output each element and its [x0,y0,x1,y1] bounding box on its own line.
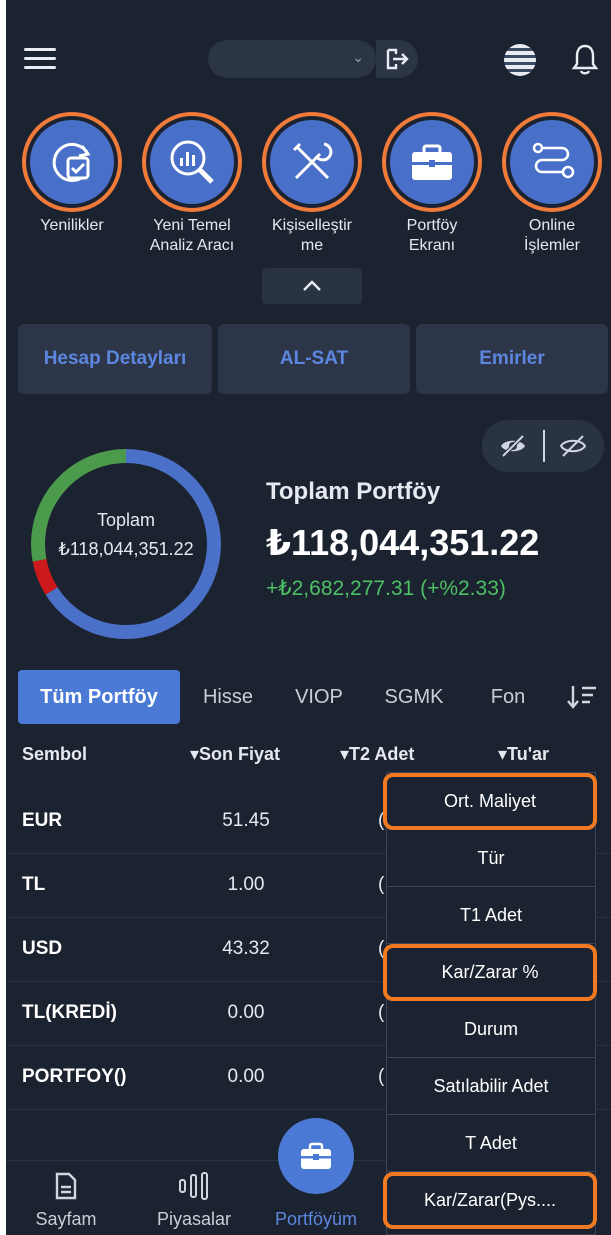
bell-icon[interactable] [570,42,600,76]
shortcut-analiz[interactable]: Yeni Temel Analiz Aracı [132,112,252,256]
shortcut-online-islemler[interactable]: Online İşlemler [492,112,611,256]
row-symbol: TL [22,874,46,895]
menu-item-durum[interactable]: Durum [387,1001,595,1058]
eye-slash-filled-icon[interactable] [498,432,528,460]
app-screen: ⌄ Yenilikler Yeni Temel Analiz Aracı Kiş… [6,0,611,1235]
nav-piyasalar[interactable]: Piyasalar [146,1171,242,1230]
donut-title: Toplam [96,510,156,530]
shortcut-kisisellestirme[interactable]: Kişiselleştir me [252,112,372,256]
header-tutar[interactable]: ▾Tu'ar [498,744,549,765]
shortcut-yenilikler[interactable]: Yenilikler [12,112,132,236]
row-symbol: TL(KREDİ) [22,1002,117,1023]
shortcut-label: Online İşlemler [523,217,580,254]
row-partial-value: ( [378,874,385,895]
shortcut-portfoy-ekrani[interactable]: Portföy Ekranı [372,112,492,256]
menu-item-t-adet[interactable]: T Adet [387,1115,595,1172]
tab-tum-portfoy[interactable]: Tüm Portföy [18,670,180,724]
row-price: 43.32 [222,938,270,959]
menu-item-tur[interactable]: Tür [387,830,595,887]
account-selector[interactable]: ⌄ [208,40,376,78]
shortcut-label: Yeni Temel Analiz Aracı [149,217,235,254]
menu-item-satilabilir-adet[interactable]: Satılabilir Adet [387,1058,595,1115]
briefcase-icon [412,144,452,180]
bars-icon [179,1172,208,1200]
tab-sgmk[interactable]: SGMK [372,670,456,724]
table-header: Sembol ▾Son Fiyat ▾T2 Adet ▾Tu'ar [6,734,611,774]
flow-icon [532,142,575,179]
header-t2-adet[interactable]: ▾T2 Adet [340,744,414,765]
shortcut-label: Kişiselleştir me [271,217,352,254]
emirler-button[interactable]: Emirler [416,324,608,394]
refresh-check-icon [52,143,91,182]
al-sat-button[interactable]: AL-SAT [218,324,410,394]
donut-label: Toplam ₺118,044,351.22 [26,510,226,560]
chart-search-icon [170,140,214,184]
row-price: 0.00 [227,1066,265,1087]
eye-slash-outline-icon[interactable] [558,432,588,460]
total-portfolio-value: ₺118,044,351.22 [266,522,540,563]
row-price: 1.00 [227,874,265,895]
hesap-detaylari-button[interactable]: Hesap Detayları [18,324,212,394]
shortcut-bar: Yenilikler Yeni Temel Analiz Aracı Kişise… [6,112,611,262]
menu-item-ort-maliyet[interactable]: Ort. Maliyet [383,773,597,830]
header-son-fiyat[interactable]: ▾Son Fiyat [190,744,280,765]
row-price: 0.00 [227,1002,265,1023]
nav-sayfam[interactable]: Sayfam [30,1171,102,1230]
row-symbol: PORTFOY() [22,1066,127,1087]
tab-fon[interactable]: Fon [478,670,538,724]
divider [543,430,545,462]
tab-viop[interactable]: VIOP [284,670,354,724]
column-picker-menu: Ort. Maliyet Tür T1 Adet Kar/Zarar % Dur… [383,772,597,1235]
tools-icon [292,142,333,180]
globe-icon[interactable] [504,44,536,76]
menu-item-kar-zarar-pys[interactable]: Kar/Zarar(Pys.... [383,1172,597,1229]
shortcut-label: Portföy Ekranı [406,217,458,254]
portfolio-tabs: Tüm Portföy Hisse VIOP SGMK Fon [6,670,611,724]
row-price: 51.45 [222,810,270,831]
sort-icon[interactable] [566,683,598,711]
menu-item-t1-adet[interactable]: T1 Adet [387,887,595,944]
shortcut-label: Yenilikler [40,217,104,234]
logout-button[interactable] [376,40,418,78]
chevron-up-icon [303,280,321,291]
document-icon [55,1172,77,1200]
menu-item-kar-zarar-yuzde[interactable]: Kar/Zarar % [383,944,597,1001]
donut-value: ₺118,044,351.22 [58,539,194,559]
visibility-toggle [482,420,604,472]
action-buttons: Hesap Detayları AL-SAT Emirler [18,324,608,394]
total-portfolio-title: Toplam Portföy [266,478,441,505]
top-bar: ⌄ [6,0,611,120]
tab-hisse[interactable]: Hisse [190,670,266,724]
header-sembol[interactable]: Sembol [22,744,87,765]
collapse-shortcuts-button[interactable] [262,268,362,304]
row-partial-value: ( [378,1002,385,1023]
total-portfolio-change: +₺2,682,277.31 (+%2.33) [266,577,506,600]
chevron-down-icon: ⌄ [352,49,364,65]
portfoyum-fab[interactable] [278,1118,354,1194]
row-symbol: EUR [22,810,63,831]
row-symbol: USD [22,938,63,959]
menu-icon[interactable] [24,48,56,72]
briefcase-icon [301,1142,331,1169]
logout-icon [386,48,409,70]
row-partial-value: ( [378,1066,385,1087]
